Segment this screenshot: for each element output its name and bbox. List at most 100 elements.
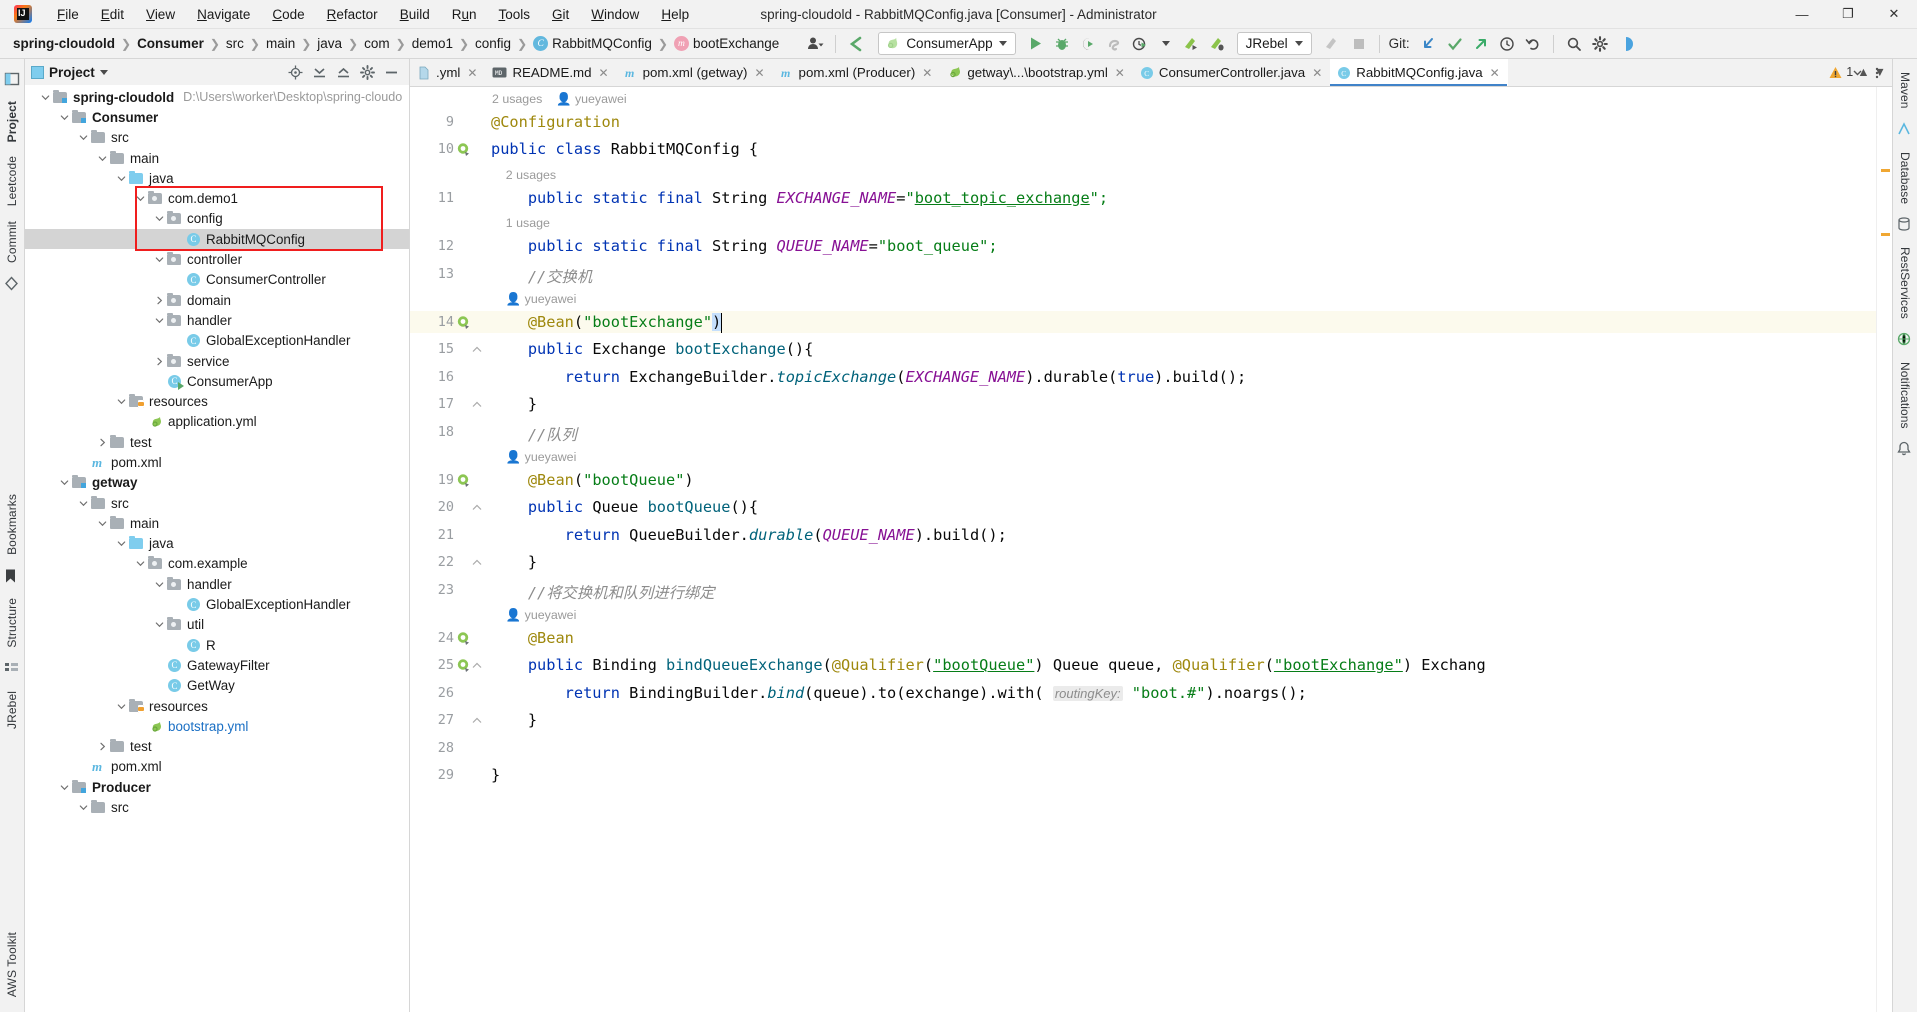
search-icon[interactable] — [1561, 32, 1587, 56]
code-line[interactable]: public Binding bindQueueExchange(@Qualif… — [491, 656, 1486, 674]
breadcrumb-rabbitmqconfig[interactable]: C RabbitMQConfig — [528, 35, 657, 52]
tree-expand-arrow[interactable] — [115, 702, 128, 711]
code-fold-marker[interactable] — [472, 345, 482, 355]
structure-rail-icon[interactable] — [4, 661, 21, 678]
tree-expand-arrow[interactable] — [77, 803, 90, 812]
commit-rail-icon[interactable] — [4, 275, 21, 293]
code-line[interactable]: @Configuration — [491, 113, 620, 131]
breadcrumb-com[interactable]: com — [359, 35, 395, 52]
warning-marker[interactable] — [1881, 169, 1890, 172]
menu-item-help[interactable]: Help — [650, 4, 700, 25]
menu-item-view[interactable]: View — [135, 4, 186, 25]
tree-node-globalexceptionhandler[interactable]: C GlobalExceptionHandler — [25, 594, 409, 614]
tree-expand-arrow[interactable] — [153, 357, 166, 366]
tree-expand-arrow[interactable] — [58, 113, 71, 122]
code-vision-hint[interactable]: 👤 yueyawei — [492, 292, 577, 307]
code-vision-hint[interactable]: 2 usages — [492, 168, 556, 182]
profiler-icon[interactable] — [1101, 32, 1127, 56]
sidebar-item-project[interactable]: Project — [5, 94, 19, 149]
expand-all-icon[interactable] — [312, 65, 327, 80]
close-icon[interactable]: ✕ — [1115, 66, 1125, 80]
spring-bean-gutter-icon[interactable] — [456, 315, 471, 330]
tree-expand-arrow[interactable] — [115, 397, 128, 406]
code-line[interactable]: //将交换机和队列进行绑定 — [491, 581, 715, 603]
code-line[interactable]: return QueueBuilder.durable(QUEUE_NAME).… — [491, 526, 1007, 544]
tree-node-consumer[interactable]: Consumer — [25, 107, 409, 127]
editor-tab-pom-xml-producer-[interactable]: m pom.xml (Producer) ✕ — [773, 59, 941, 86]
rest-services-rail-icon[interactable] — [1897, 332, 1914, 349]
jrebel-disabled-icon[interactable] — [1320, 32, 1346, 56]
back-arrow-icon[interactable] — [843, 32, 869, 56]
code-line[interactable]: public Queue bootQueue(){ — [491, 498, 758, 516]
tree-expand-arrow[interactable] — [153, 620, 166, 629]
stop-icon[interactable] — [1346, 32, 1372, 56]
close-icon[interactable]: ✕ — [599, 66, 609, 80]
tree-node-resources[interactable]: resources — [25, 696, 409, 716]
code-vision-hint[interactable]: 👤 yueyawei — [492, 608, 577, 623]
tree-node-com-demo1[interactable]: com.demo1 — [25, 188, 409, 208]
maven-rail-icon[interactable] — [1897, 121, 1914, 139]
bookmarks-rail-icon[interactable] — [4, 568, 21, 585]
collapse-all-icon[interactable] — [336, 65, 351, 80]
tree-node-application-yml[interactable]: application.yml — [25, 412, 409, 432]
spring-bean-gutter-icon[interactable] — [456, 473, 471, 488]
code-line[interactable]: @Bean("bootQueue") — [491, 471, 694, 489]
ide-assistant-icon[interactable] — [1613, 32, 1639, 56]
breadcrumb-src[interactable]: src — [221, 35, 249, 52]
tree-node-src[interactable]: src — [25, 128, 409, 148]
code-fold-marker[interactable] — [472, 558, 482, 568]
breadcrumb-demo1[interactable]: demo1 — [407, 35, 458, 52]
menu-item-file[interactable]: File — [46, 4, 90, 25]
tree-node-pom-xml[interactable]: m pom.xml — [25, 452, 409, 472]
sidebar-item-notifications[interactable]: Notifications — [1898, 355, 1912, 436]
spring-bean-gutter-icon[interactable] — [456, 142, 471, 157]
project-panel-title[interactable]: Project — [31, 65, 108, 80]
breadcrumb-main[interactable]: main — [261, 35, 300, 52]
jrebel-debug-icon[interactable] — [1205, 32, 1231, 56]
code-line[interactable]: //交换机 — [491, 265, 592, 287]
tree-node-main[interactable]: main — [25, 148, 409, 168]
tree-expand-arrow[interactable] — [115, 539, 128, 548]
code-line[interactable]: public static final String QUEUE_NAME="b… — [491, 237, 998, 255]
tree-node-r[interactable]: CR — [25, 635, 409, 655]
code-line[interactable]: public class RabbitMQConfig { — [491, 140, 758, 158]
user-group-icon[interactable] — [802, 32, 828, 56]
tree-expand-arrow[interactable] — [96, 438, 109, 447]
git-update-icon[interactable] — [1416, 32, 1442, 56]
breadcrumb-spring-cloudold[interactable]: spring-cloudold — [8, 35, 120, 52]
code-fold-marker[interactable] — [472, 400, 482, 410]
tree-expand-arrow[interactable] — [153, 214, 166, 223]
maximize-button[interactable]: ❐ — [1825, 0, 1871, 29]
tree-node-spring-cloudold[interactable]: spring-cloudold D:\Users\worker\Desktop\s… — [25, 87, 409, 107]
editor-tab-getway-bootstrap-yml[interactable]: getway\...\bootstrap.yml ✕ — [940, 59, 1132, 86]
menu-item-navigate[interactable]: Navigate — [186, 4, 261, 25]
spring-bean-gutter-icon[interactable] — [456, 658, 471, 673]
jrebel-run-icon[interactable] — [1179, 32, 1205, 56]
settings-icon[interactable] — [1587, 32, 1613, 56]
tree-expand-arrow[interactable] — [153, 316, 166, 325]
editor-tab-consumercontroller-java[interactable]: C ConsumerController.java ✕ — [1133, 59, 1330, 86]
tree-node-config[interactable]: config — [25, 209, 409, 229]
tree-expand-arrow[interactable] — [134, 194, 147, 203]
code-line[interactable]: @Bean — [491, 629, 574, 647]
breadcrumb-consumer[interactable]: Consumer — [132, 35, 209, 52]
tree-node-gatewayfilter[interactable]: C GatewayFilter — [25, 655, 409, 675]
code-text-area[interactable]: 2 usages 👤 yueyawei @Configuration public … — [485, 87, 1876, 1012]
sidebar-item-database[interactable]: Database — [1898, 145, 1912, 211]
tree-node-rabbitmqconfig[interactable]: C RabbitMQConfig — [25, 229, 409, 250]
run-with-history-icon[interactable] — [1127, 32, 1153, 56]
warning-marker[interactable] — [1881, 233, 1890, 236]
locate-icon[interactable] — [288, 65, 303, 80]
tree-node-src[interactable]: src — [25, 493, 409, 513]
menu-item-edit[interactable]: Edit — [90, 4, 135, 25]
tree-expand-arrow[interactable] — [58, 478, 71, 487]
editor-gutter[interactable]: 9 10 11 12 13 14 15 16 17 18 19 20 21 22 23 24 25 26 27 28 2… — [410, 87, 485, 1012]
close-button[interactable]: ✕ — [1871, 0, 1917, 29]
menu-item-git[interactable]: Git — [541, 4, 580, 25]
git-push-icon[interactable] — [1468, 32, 1494, 56]
menu-item-build[interactable]: Build — [389, 4, 441, 25]
tree-expand-arrow[interactable] — [96, 742, 109, 751]
editor-marker-rail[interactable] — [1876, 87, 1892, 1012]
debug-icon[interactable] — [1049, 32, 1075, 56]
code-line[interactable]: public static final String EXCHANGE_NAME… — [491, 189, 1108, 207]
